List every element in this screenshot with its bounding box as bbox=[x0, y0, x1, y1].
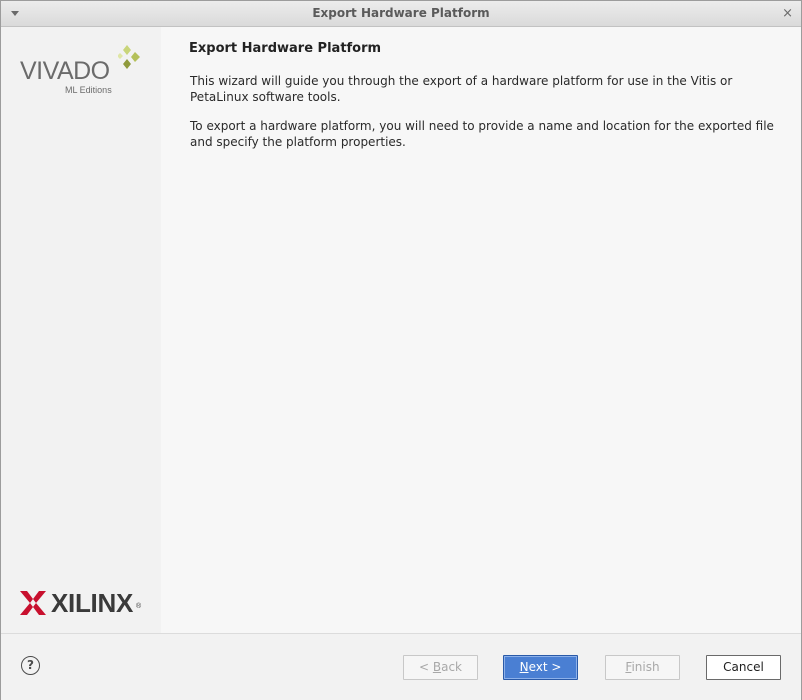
close-icon[interactable]: × bbox=[782, 1, 793, 26]
next-button-label: ext > bbox=[528, 660, 562, 674]
intro-paragraph: This wizard will guide you through the e… bbox=[190, 74, 733, 104]
back-button-prefix: < bbox=[418, 660, 433, 674]
finish-button[interactable]: Finish bbox=[605, 655, 680, 680]
button-bar: ? < Back Next > Finish Cancel bbox=[1, 633, 801, 700]
back-button[interactable]: < Back bbox=[403, 655, 478, 680]
export-hardware-platform-dialog: Export Hardware Platform × VIVADO ML Edi… bbox=[0, 0, 802, 700]
branding-panel: VIVADO ML Editions XILINX ® bbox=[1, 27, 161, 633]
vivado-mark-icon bbox=[118, 45, 140, 69]
back-button-label: ack bbox=[441, 660, 462, 674]
registered-mark: ® bbox=[136, 603, 142, 610]
xilinx-mark-icon bbox=[20, 591, 46, 615]
instructions-paragraph: To export a hardware platform, you will … bbox=[190, 119, 774, 149]
xilinx-wordmark: XILINX bbox=[51, 588, 133, 618]
window-title: Export Hardware Platform bbox=[312, 6, 490, 20]
next-button-mnemonic: N bbox=[519, 660, 529, 674]
vivado-logo: VIVADO ML Editions bbox=[20, 45, 145, 100]
xilinx-logo: XILINX ® bbox=[20, 588, 145, 618]
vivado-edition-label: ML Editions bbox=[65, 85, 112, 95]
page-title: Export Hardware Platform bbox=[189, 41, 382, 56]
vivado-wordmark: VIVADO bbox=[20, 57, 110, 85]
next-button[interactable]: Next > bbox=[503, 655, 578, 680]
back-button-mnemonic: B bbox=[432, 660, 442, 674]
wizard-content: Export Hardware Platform This wizard wil… bbox=[161, 27, 801, 633]
title-bar[interactable]: Export Hardware Platform × bbox=[1, 1, 801, 27]
help-button[interactable]: ? bbox=[21, 656, 40, 675]
cancel-button[interactable]: Cancel bbox=[706, 655, 781, 680]
finish-button-label: inish bbox=[631, 660, 660, 674]
